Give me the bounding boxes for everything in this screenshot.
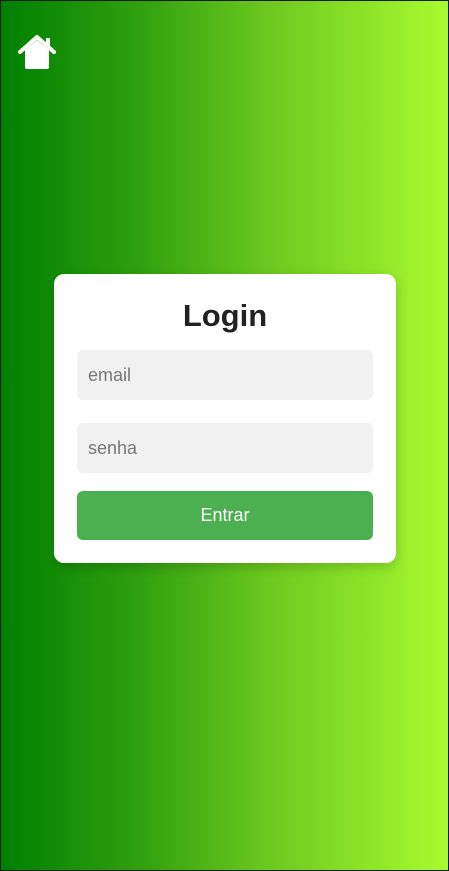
- login-screen: Login Entrar: [0, 0, 449, 871]
- login-form: Login Entrar: [54, 274, 396, 563]
- password-input[interactable]: [77, 423, 373, 473]
- home-icon: [18, 35, 56, 69]
- submit-button[interactable]: Entrar: [77, 491, 373, 540]
- email-input[interactable]: [77, 350, 373, 400]
- login-title: Login: [182, 298, 268, 333]
- home-button[interactable]: [17, 33, 57, 73]
